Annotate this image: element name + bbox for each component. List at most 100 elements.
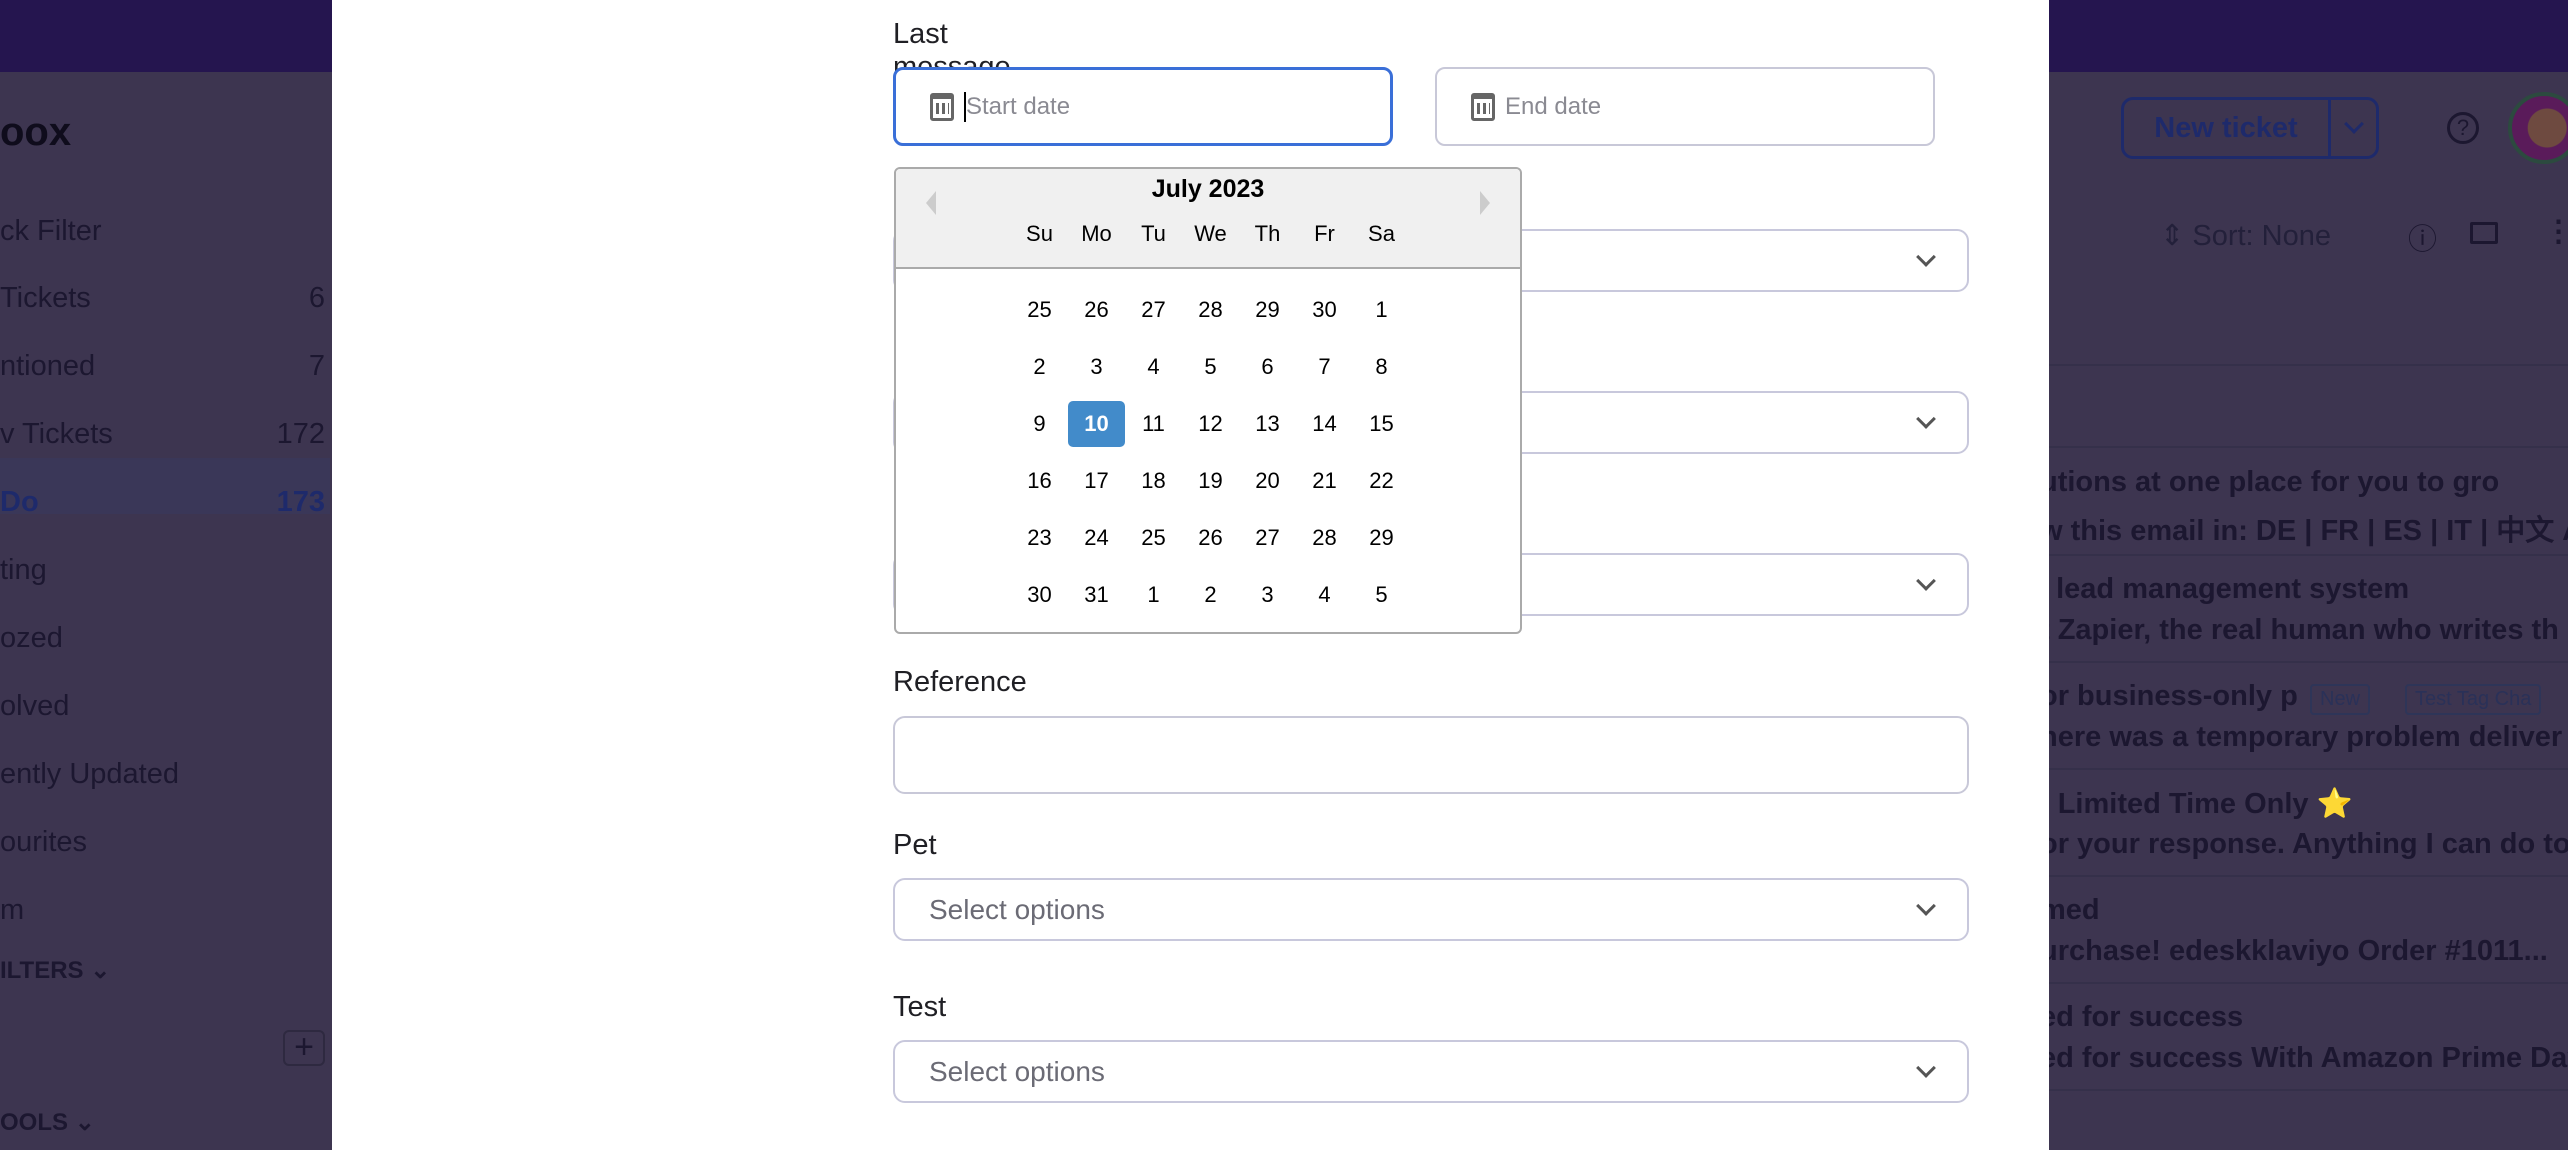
day-cell[interactable]: 29 [1239, 287, 1296, 333]
sidebar-item-label[interactable]: ting [0, 554, 47, 587]
test-placeholder: Select options [929, 1055, 1105, 1087]
ticket-preview[interactable]: or your response. Anything I can do to.. [2040, 828, 2568, 861]
pet-select[interactable]: Select options [893, 878, 1969, 941]
day-cell[interactable]: 25 [1125, 515, 1182, 561]
pet-label: Pet [893, 829, 937, 861]
divider [2026, 364, 2568, 366]
ticket-subject[interactable]: l lead management system [2040, 573, 2409, 606]
day-cell[interactable]: 27 [1125, 287, 1182, 333]
sidebar-item-label[interactable]: ently Updated [0, 758, 179, 791]
day-cell[interactable]: 6 [1239, 344, 1296, 390]
day-cell[interactable]: 8 [1353, 344, 1410, 390]
day-cell[interactable]: 28 [1296, 515, 1353, 561]
day-cell[interactable]: 19 [1182, 458, 1239, 504]
day-cell[interactable]: 31 [1068, 572, 1125, 618]
ticket-preview[interactable]: ed for success With Amazon Prime Day [2040, 1042, 2568, 1075]
day-cell[interactable]: 4 [1296, 572, 1353, 618]
day-cell[interactable]: 12 [1182, 401, 1239, 447]
day-cell[interactable]: 15 [1353, 401, 1410, 447]
sidebar-item-label[interactable]: v Tickets [0, 418, 113, 451]
sidebar-item-label[interactable]: Do [0, 486, 39, 519]
ticket-subject[interactable]: : Limited Time Only ⭐ [2040, 787, 2353, 821]
chevron-down-icon [1916, 408, 1936, 429]
chevron-down-icon: ⌄ [90, 957, 111, 984]
test-select[interactable]: Select options [893, 1040, 1969, 1103]
day-cell[interactable]: 4 [1125, 344, 1182, 390]
sidebar-item-label[interactable]: ntioned [0, 350, 95, 383]
day-cell[interactable]: 21 [1296, 458, 1353, 504]
divider [2026, 1089, 2568, 1091]
day-cell[interactable]: 3 [1239, 572, 1296, 618]
ticket-subject[interactable]: ed for success [2040, 1001, 2243, 1034]
ticket-preview[interactable]: here was a temporary problem deliver [2040, 721, 2562, 754]
sidebar-item-label[interactable]: ck Filter [0, 215, 102, 248]
new-ticket-button[interactable]: New ticket [2121, 97, 2379, 159]
day-grid: 25 26 27 28 29 30 1 2 3 4 5 6 7 8 9 10 11 12 13 14 15 16 17 18 1… [1011, 293, 1410, 632]
chevron-down-icon: ⌄ [74, 1109, 95, 1136]
day-cell[interactable]: 24 [1068, 515, 1125, 561]
day-cell[interactable]: 16 [1011, 458, 1068, 504]
filters-header[interactable]: ILTERS ⌄ [0, 956, 110, 985]
day-cell[interactable]: 17 [1068, 458, 1125, 504]
sidebar-item-count: 172 [276, 418, 325, 450]
sidebar-item-label[interactable]: m [0, 894, 24, 927]
weekday-label: Sa [1368, 221, 1395, 246]
chevron-down-icon [1916, 246, 1936, 267]
sidebar-item-label[interactable]: Tickets [0, 282, 91, 315]
day-cell[interactable]: 1 [1125, 572, 1182, 618]
day-cell[interactable]: 27 [1239, 515, 1296, 561]
ticket-subject[interactable]: or business-only p [2040, 680, 2298, 713]
day-cell[interactable]: 28 [1182, 287, 1239, 333]
selected-day[interactable]: 10 [1068, 401, 1125, 447]
day-cell[interactable]: 5 [1182, 344, 1239, 390]
tools-header[interactable]: OOLS ⌄ [0, 1108, 95, 1137]
chevron-down-icon [2343, 114, 2364, 134]
day-cell[interactable]: 5 [1353, 572, 1410, 618]
start-date-input[interactable]: Start date [893, 67, 1393, 146]
end-date-input[interactable]: End date [1435, 67, 1935, 146]
next-month-icon[interactable] [1480, 191, 1490, 215]
new-ticket-dropdown[interactable] [2328, 100, 2376, 156]
day-cell[interactable]: 25 [1011, 287, 1068, 333]
day-cell[interactable]: 9 [1011, 401, 1068, 447]
sidebar-item-count: 173 [276, 486, 325, 518]
divider [2026, 768, 2568, 770]
sort-icon: ⇕ [2160, 220, 2185, 252]
day-cell[interactable]: 29 [1353, 515, 1410, 561]
day-cell[interactable]: 26 [1182, 515, 1239, 561]
sidebar-item-label[interactable]: ozed [0, 622, 63, 655]
ticket-subject[interactable]: utions at one place for you to gro [2040, 466, 2499, 499]
day-cell[interactable]: 26 [1068, 287, 1125, 333]
ticket-preview[interactable]: t Zapier, the real human who writes th [2040, 614, 2559, 647]
add-filter-button[interactable]: + [283, 1030, 325, 1066]
day-cell[interactable]: 2 [1182, 572, 1239, 618]
reference-input[interactable] [893, 716, 1969, 794]
day-cell[interactable]: 18 [1125, 458, 1182, 504]
help-icon[interactable]: ? [2447, 112, 2479, 144]
weekday-row: Su Mo Tu We Th Fr Sa [1011, 221, 1410, 247]
chevron-down-icon [1916, 895, 1936, 916]
sidebar-item-label[interactable]: ourites [0, 826, 87, 859]
day-cell[interactable]: 20 [1239, 458, 1296, 504]
day-cell[interactable]: 13 [1239, 401, 1296, 447]
sort-button[interactable]: ⇕ Sort: None [2160, 218, 2331, 253]
ticket-preview[interactable]: urchase! edeskklaviyo Order #1011... [2040, 935, 2548, 968]
ticket-preview[interactable]: w this email in: DE | FR | ES | IT | 中文 … [2040, 507, 2568, 549]
day-cell[interactable]: 14 [1296, 401, 1353, 447]
sidebar-item-count: 6 [308, 282, 325, 314]
split-view-icon[interactable] [2470, 222, 2498, 244]
day-cell[interactable]: 30 [1296, 287, 1353, 333]
day-cell[interactable]: 22 [1353, 458, 1410, 504]
divider [2026, 875, 2568, 877]
avatar[interactable] [2508, 92, 2568, 164]
day-cell[interactable]: 30 [1011, 572, 1068, 618]
day-cell[interactable]: 23 [1011, 515, 1068, 561]
info-icon[interactable]: ⓘ [2408, 216, 2437, 258]
day-cell[interactable]: 1 [1353, 287, 1410, 333]
more-icon[interactable]: ⋮ [2544, 214, 2568, 249]
day-cell[interactable]: 11 [1125, 401, 1182, 447]
day-cell[interactable]: 2 [1011, 344, 1068, 390]
sidebar-item-label[interactable]: olved [0, 690, 69, 723]
day-cell[interactable]: 3 [1068, 344, 1125, 390]
day-cell[interactable]: 7 [1296, 344, 1353, 390]
